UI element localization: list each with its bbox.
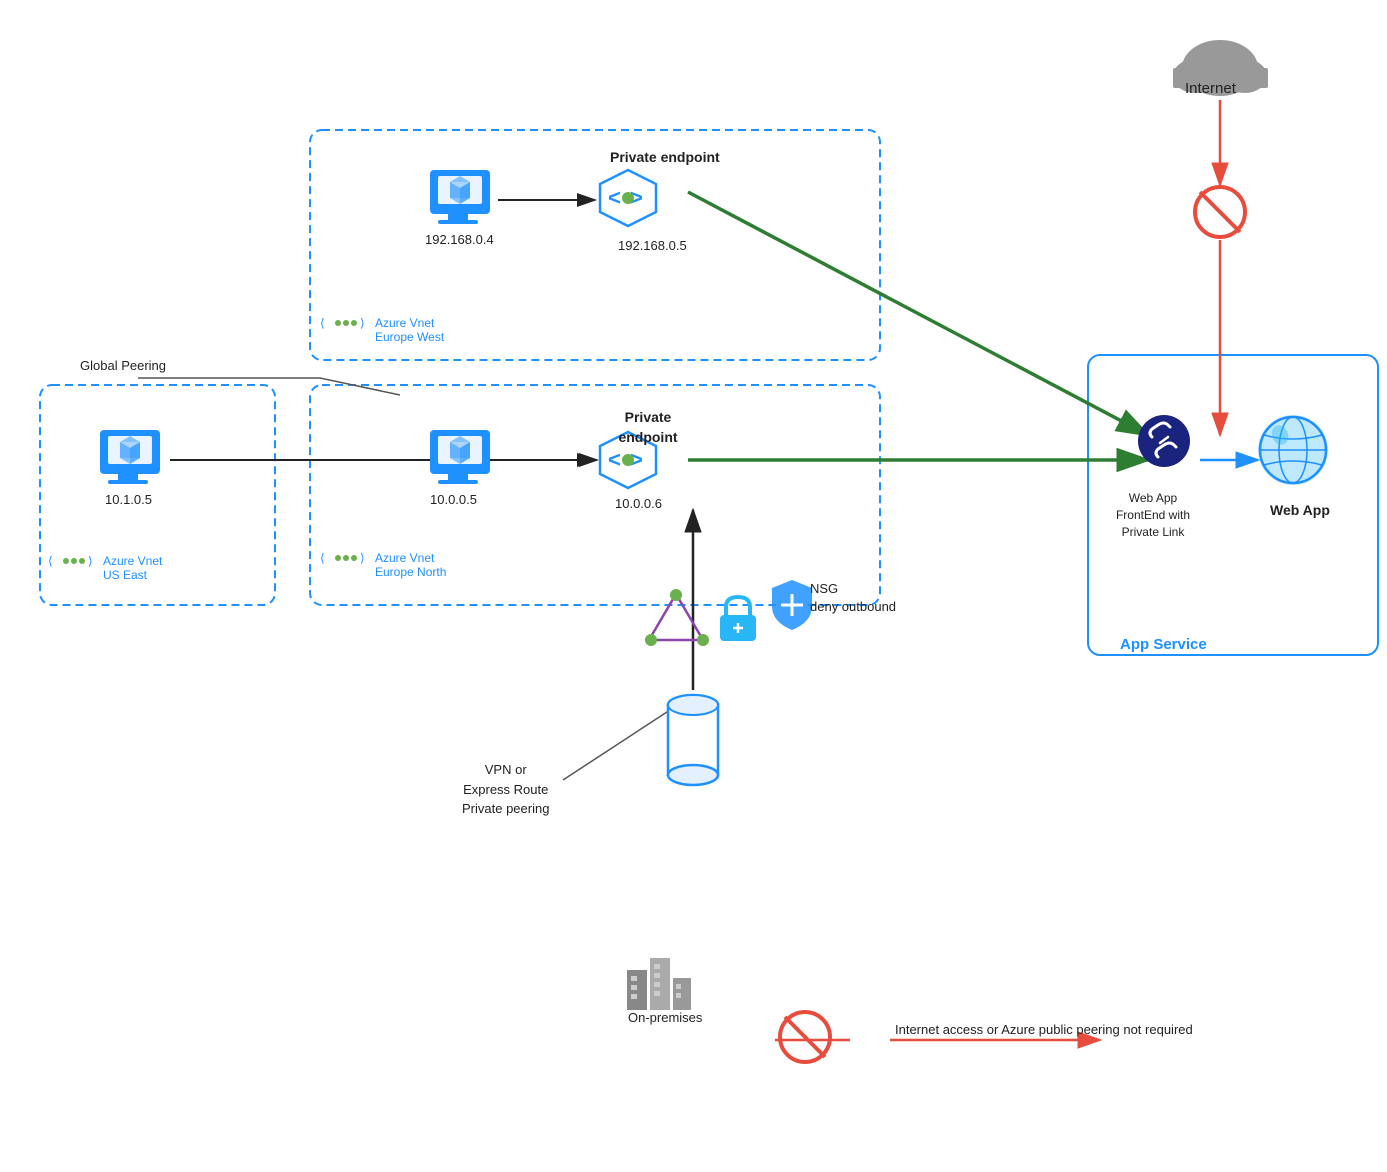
svg-text:⟩: ⟩ xyxy=(360,316,365,330)
svg-text:Europe North: Europe North xyxy=(375,565,446,579)
pe-eu-north-ip: 10.0.0.6 xyxy=(615,496,662,511)
internet-access-label: Internet access or Azure public peering … xyxy=(895,1020,1193,1040)
svg-text:US East: US East xyxy=(103,568,148,582)
svg-text:<: < xyxy=(608,447,621,472)
vm-eu-north-ip: 10.0.0.5 xyxy=(430,492,477,507)
svg-text:Azure Vnet: Azure Vnet xyxy=(375,316,435,330)
svg-text:<: < xyxy=(608,185,621,210)
svg-text:>: > xyxy=(630,447,643,472)
svg-text:⟨: ⟨ xyxy=(320,551,325,565)
app-service-label: App Service xyxy=(1120,636,1207,653)
diagram-svg: < > < > xyxy=(0,0,1387,1172)
vpn-label: VPN orExpress RoutePrivate peering xyxy=(462,760,549,819)
svg-text:Azure Vnet: Azure Vnet xyxy=(103,554,163,568)
pe-eu-west-label: Private endpoint xyxy=(610,148,720,166)
vm-eu-west-ip: 192.168.0.4 xyxy=(425,232,494,247)
web-app-label: Web App xyxy=(1270,502,1330,518)
vm-us-east-ip: 10.1.0.5 xyxy=(105,492,152,507)
pe-eu-west-ip: 192.168.0.5 xyxy=(618,238,687,253)
global-peering-label: Global Peering xyxy=(80,358,166,373)
nsg-label: NSGdeny outbound xyxy=(810,580,896,616)
svg-text:⟩: ⟩ xyxy=(88,554,93,568)
on-premises-label: On-premises xyxy=(628,1010,702,1025)
diagram-container: < > < > xyxy=(0,0,1387,1172)
svg-text:⟨: ⟨ xyxy=(320,316,325,330)
svg-text:Europe West: Europe West xyxy=(375,330,445,344)
internet-label: Internet xyxy=(1185,80,1236,97)
pe-eu-north-label: Privateendpoint xyxy=(608,408,688,447)
svg-text:Azure Vnet: Azure Vnet xyxy=(375,551,435,565)
svg-text:>: > xyxy=(630,185,643,210)
svg-text:⟩: ⟩ xyxy=(360,551,365,565)
svg-text:⟨: ⟨ xyxy=(48,554,53,568)
web-app-frontend-label: Web AppFrontEnd withPrivate Link xyxy=(1108,490,1198,540)
